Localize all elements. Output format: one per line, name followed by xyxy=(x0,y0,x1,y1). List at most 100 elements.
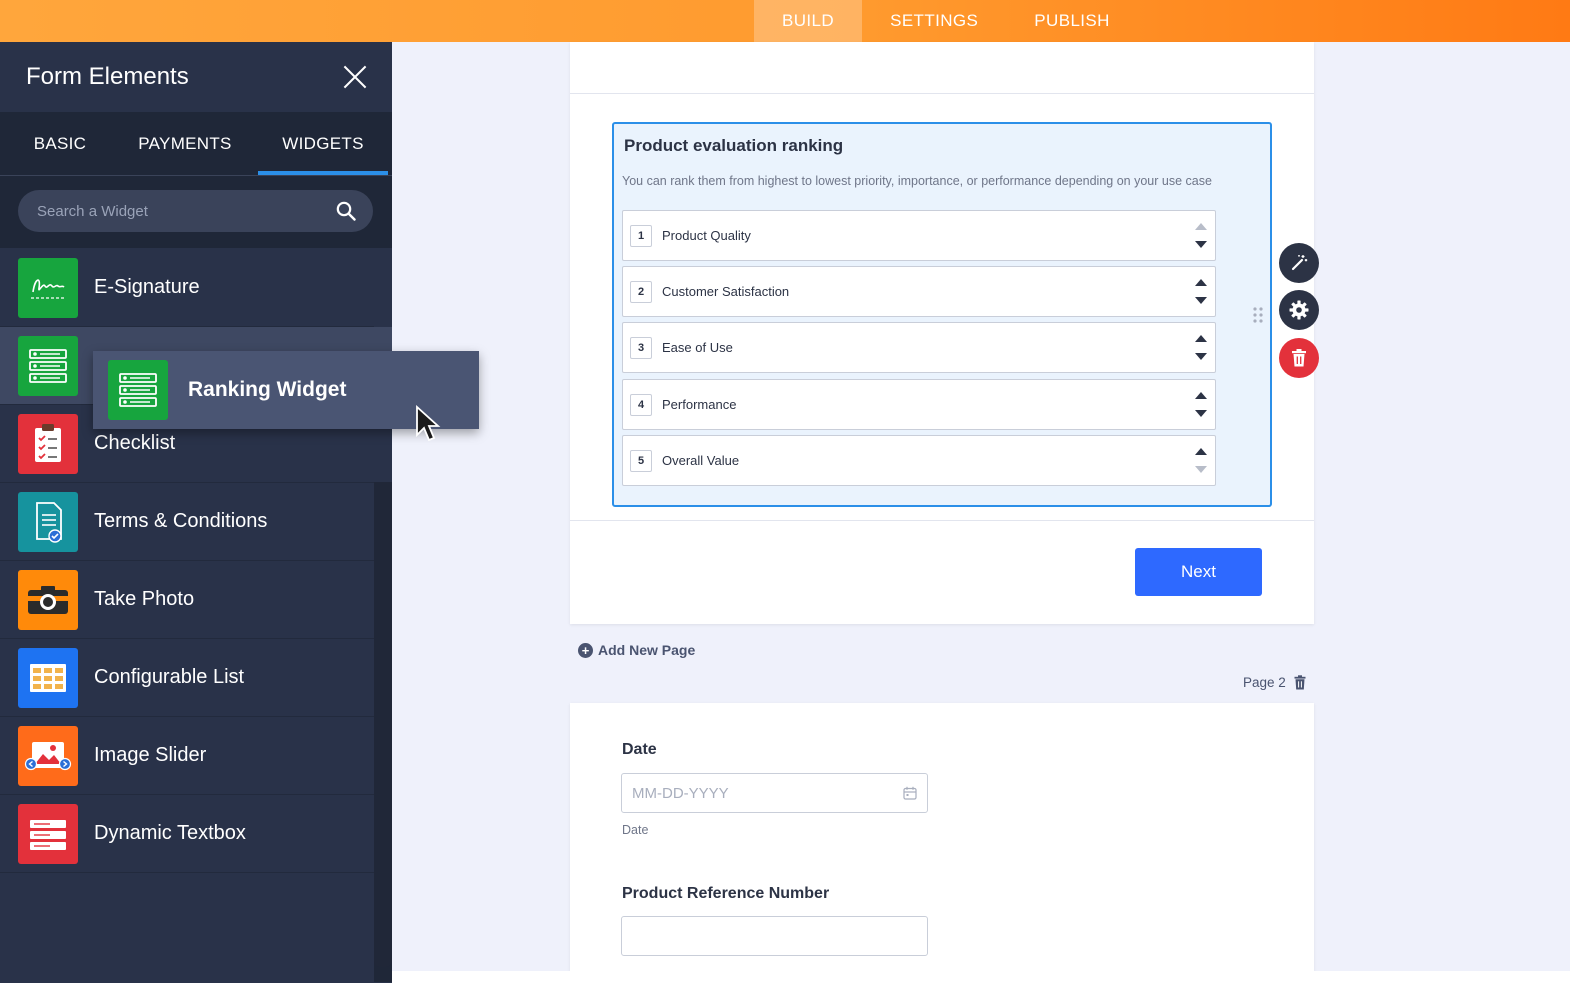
rank-label: Ease of Use xyxy=(662,340,733,355)
move-down-icon[interactable] xyxy=(1195,297,1207,304)
tab-widgets[interactable]: WIDGETS xyxy=(258,112,388,175)
widget-item-label: Image Slider xyxy=(94,744,207,766)
panel-scrollbar[interactable] xyxy=(374,482,392,982)
move-down-icon[interactable] xyxy=(1195,241,1207,248)
rank-arrows xyxy=(1195,220,1207,252)
page-number-label: Page 2 xyxy=(1243,675,1286,690)
move-up-icon[interactable] xyxy=(1195,392,1207,399)
widget-item-image-slider[interactable]: Image Slider xyxy=(0,717,374,795)
move-down-icon[interactable] xyxy=(1195,353,1207,360)
element-category-tabs: BASIC PAYMENTS WIDGETS xyxy=(0,112,392,176)
move-down-icon[interactable] xyxy=(1195,466,1207,473)
gear-icon[interactable] xyxy=(1279,290,1319,330)
widget-item-e-signature[interactable]: E-Signature xyxy=(0,249,374,327)
divider xyxy=(570,93,1314,94)
divider xyxy=(570,520,1314,521)
rank-label: Performance xyxy=(662,397,737,412)
date-sublabel: Date xyxy=(622,823,649,837)
tab-build[interactable]: BUILD xyxy=(754,0,863,42)
move-up-icon[interactable] xyxy=(1195,335,1207,342)
form-page-2: Date Date Product Reference Number xyxy=(570,703,1314,971)
widget-item-terms-conditions[interactable]: Terms & Conditions xyxy=(0,483,374,561)
rank-arrows xyxy=(1195,389,1207,421)
camera-icon xyxy=(18,569,78,630)
widget-search-input[interactable] xyxy=(37,202,317,220)
move-down-icon[interactable] xyxy=(1195,410,1207,417)
widget-list: E-Signature Checklist Terms & Conditions… xyxy=(0,249,392,873)
calendar-icon[interactable] xyxy=(903,786,917,800)
widget-item-dynamic-textbox[interactable]: Dynamic Textbox xyxy=(0,795,374,873)
date-field xyxy=(621,773,928,813)
reference-field xyxy=(621,916,928,956)
add-new-page-label: Add New Page xyxy=(598,642,696,658)
date-input[interactable] xyxy=(632,784,882,802)
mouse-cursor-icon xyxy=(416,405,441,442)
ranking-row[interactable]: 4 Performance xyxy=(622,379,1216,430)
panel-header: Form Elements xyxy=(0,42,392,112)
delete-icon[interactable] xyxy=(1279,338,1319,378)
tab-payments[interactable]: PAYMENTS xyxy=(120,112,250,175)
textbox-icon xyxy=(18,803,78,864)
rank-number: 5 xyxy=(630,449,652,472)
ranking-icon xyxy=(108,360,168,420)
image-slider-icon xyxy=(18,725,78,786)
widget-item-label: Checklist xyxy=(94,432,176,454)
ranking-row[interactable]: 3 Ease of Use xyxy=(622,322,1216,373)
ranking-icon xyxy=(18,335,78,396)
ranking-field-description: You can rank them from highest to lowest… xyxy=(622,174,1212,188)
dragging-widget-label: Ranking Widget xyxy=(188,378,347,401)
widget-search-area xyxy=(0,176,392,248)
ranking-widget-field[interactable]: Product evaluation ranking You can rank … xyxy=(612,122,1272,507)
widget-item-label: Configurable List xyxy=(94,666,245,688)
move-up-icon[interactable] xyxy=(1195,448,1207,455)
form-elements-panel: Form Elements BASIC PAYMENTS WIDGETS E-S… xyxy=(0,42,392,983)
ranking-field-title: Product evaluation ranking xyxy=(624,136,844,155)
search-icon[interactable] xyxy=(335,200,357,222)
form-page-1: Product evaluation ranking You can rank … xyxy=(570,42,1314,624)
rank-number: 3 xyxy=(630,336,652,359)
scrollbar-thumb[interactable] xyxy=(374,482,392,967)
panel-title: Form Elements xyxy=(26,63,189,90)
move-up-icon[interactable] xyxy=(1195,223,1207,230)
ranking-row[interactable]: 1 Product Quality xyxy=(622,210,1216,261)
drag-handle-icon[interactable] xyxy=(1252,306,1264,324)
tab-basic[interactable]: BASIC xyxy=(0,112,120,175)
rank-arrows xyxy=(1195,332,1207,364)
plus-circle-icon: + xyxy=(578,642,593,658)
widget-item-label: Dynamic Textbox xyxy=(94,822,246,844)
ranking-row[interactable]: 2 Customer Satisfaction xyxy=(622,266,1216,317)
page-indicator: Page 2 xyxy=(1243,675,1306,690)
top-navigation-bar: BUILD SETTINGS PUBLISH xyxy=(0,0,1570,42)
rank-label: Customer Satisfaction xyxy=(662,284,790,299)
product-reference-input[interactable] xyxy=(622,917,927,955)
widget-item-label: Take Photo xyxy=(94,588,195,610)
widget-search-box xyxy=(18,190,373,232)
widget-item-take-photo[interactable]: Take Photo xyxy=(0,561,374,639)
signature-icon xyxy=(18,257,78,318)
close-icon[interactable] xyxy=(342,64,368,90)
reference-field-label: Product Reference Number xyxy=(622,885,830,902)
tab-settings[interactable]: SETTINGS xyxy=(862,0,1006,42)
wand-icon[interactable] xyxy=(1279,243,1319,283)
document-check-icon xyxy=(18,491,78,552)
top-nav-tabs: BUILD SETTINGS PUBLISH xyxy=(754,0,1138,42)
rank-number: 2 xyxy=(630,280,652,303)
widget-item-label: E-Signature xyxy=(94,276,200,298)
ranking-row[interactable]: 5 Overall Value xyxy=(622,435,1216,486)
widget-item-label: Terms & Conditions xyxy=(94,510,268,532)
date-field-label: Date xyxy=(622,741,657,758)
rank-arrows xyxy=(1195,276,1207,308)
checklist-icon xyxy=(18,413,78,474)
rank-arrows xyxy=(1195,445,1207,477)
add-new-page-button[interactable]: + Add New Page xyxy=(578,642,695,658)
trash-icon[interactable] xyxy=(1294,675,1306,690)
canvas-bottom-edge xyxy=(392,971,1570,983)
rank-number: 1 xyxy=(630,224,652,247)
rank-number: 4 xyxy=(630,393,652,416)
next-button[interactable]: Next xyxy=(1135,548,1262,596)
move-up-icon[interactable] xyxy=(1195,279,1207,286)
rank-label: Overall Value xyxy=(662,453,740,468)
widget-item-configurable-list[interactable]: Configurable List xyxy=(0,639,374,717)
tab-publish[interactable]: PUBLISH xyxy=(1006,0,1138,42)
list-grid-icon xyxy=(18,647,78,708)
